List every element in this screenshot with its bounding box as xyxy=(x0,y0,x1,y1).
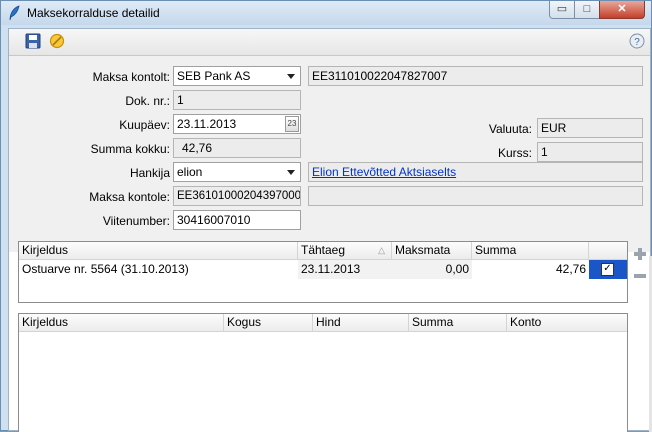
kuupaev-field[interactable]: 23.11.2013 23 xyxy=(173,114,301,134)
app-feather-icon xyxy=(9,5,20,21)
cell-maksmata: 0,00 xyxy=(392,260,472,279)
details-grid[interactable]: Kirjeldus Kogus Hind Summa Konto xyxy=(18,313,628,432)
hankija-label: Hankija xyxy=(129,166,170,180)
viitenumber-label: Viitenumber: xyxy=(102,214,170,228)
viitenumber-field[interactable]: 30416007010 xyxy=(173,210,301,230)
cell-tahtaeg: 23.11.2013 xyxy=(298,260,392,279)
maksa-kontolt-value: SEB Pank AS xyxy=(177,69,251,83)
calendar-icon[interactable]: 23 xyxy=(285,116,299,132)
maksa-kontole-label: Maksa kontole: xyxy=(89,190,170,204)
valuuta-field: EUR xyxy=(537,118,643,138)
maksa-kontole-field[interactable]: EE361010002043970004 xyxy=(173,186,301,206)
add-row-icon[interactable] xyxy=(633,247,647,261)
chevron-down-icon[interactable] xyxy=(287,170,295,175)
hankija-link[interactable]: Elion Ettevõtted Aktsiaselts xyxy=(312,165,456,179)
sort-ascending-icon: △ xyxy=(378,245,385,255)
col-header-maksmata[interactable]: Maksmata xyxy=(392,242,472,260)
hankija-name-field: Elion Ettevõtted Aktsiaselts xyxy=(308,162,643,182)
window-title: Maksekorralduse detailid xyxy=(27,6,160,20)
dok-nr-label: Dok. nr.: xyxy=(125,94,170,108)
col-header-summa[interactable]: Summa xyxy=(472,242,589,260)
col-header-kirjeldus-2[interactable]: Kirjeldus xyxy=(19,314,224,332)
kuupaev-value: 23.11.2013 xyxy=(177,117,237,131)
maksa-kontolt-combo[interactable]: SEB Pank AS xyxy=(173,66,301,86)
chevron-down-icon[interactable] xyxy=(287,74,295,79)
minimize-button[interactable]: ▭ xyxy=(549,1,575,19)
form-area: Maksa kontolt: SEB Pank AS EE31101002204… xyxy=(9,56,650,252)
dok-nr-field: 1 xyxy=(173,90,301,110)
close-button[interactable]: ✕ xyxy=(599,1,645,19)
cell-kirjeldus: Ostuarve nr. 5564 (31.10.2013) xyxy=(22,262,189,276)
toolbar: ? xyxy=(9,29,650,56)
maksa-kontolt-iban-field: EE311010022047827007 xyxy=(308,66,643,86)
kuupaev-label: Kuupäev: xyxy=(119,118,170,132)
help-icon[interactable]: ? xyxy=(629,33,645,49)
col-header-kogus[interactable]: Kogus xyxy=(224,314,313,332)
table-row[interactable]: Ostuarve nr. 5564 (31.10.2013) 23.11.201… xyxy=(19,260,627,280)
col-header-tahtaeg[interactable]: Tähtaeg △ xyxy=(298,242,392,260)
valuuta-label: Valuuta: xyxy=(488,122,532,136)
window: Maksekorralduse detailid ▭ □ ✕ ? Maksa k… xyxy=(0,0,652,432)
kurss-label: Kurss: xyxy=(497,146,532,160)
summa-kokku-field: 42,76 xyxy=(173,138,301,158)
cell-summa: 42,76 xyxy=(555,262,586,276)
hankija-value: elion xyxy=(177,165,203,179)
cancel-icon[interactable] xyxy=(49,33,65,49)
kurss-field: 1 xyxy=(537,142,643,162)
cell-select: ✓ xyxy=(589,260,627,279)
maksa-kontole-extra-field xyxy=(308,186,643,206)
col-header-tahtaeg-label: Tähtaeg xyxy=(301,243,346,257)
maksa-kontolt-label: Maksa kontolt: xyxy=(92,70,170,84)
row-checkbox[interactable]: ✓ xyxy=(601,263,614,276)
summa-kokku-label: Summa kokku: xyxy=(90,142,170,156)
col-header-konto[interactable]: Konto xyxy=(507,314,627,332)
invoices-grid[interactable]: Kirjeldus Tähtaeg △ Maksmata Summa Ostua… xyxy=(18,241,628,303)
maximize-button[interactable]: □ xyxy=(574,1,600,19)
save-icon[interactable] xyxy=(25,33,41,49)
col-header-summa-2[interactable]: Summa xyxy=(409,314,507,332)
col-header-select xyxy=(589,242,627,260)
title-bar[interactable]: Maksekorralduse detailid ▭ □ ✕ xyxy=(1,1,651,25)
remove-row-icon[interactable] xyxy=(633,269,647,283)
hankija-combo[interactable]: elion xyxy=(173,162,301,182)
help-glyph: ? xyxy=(634,37,640,48)
col-header-kirjeldus[interactable]: Kirjeldus xyxy=(19,242,298,260)
client-area: ? Maksa kontolt: SEB Pank AS EE311010022… xyxy=(8,28,652,432)
col-header-hind[interactable]: Hind xyxy=(313,314,409,332)
